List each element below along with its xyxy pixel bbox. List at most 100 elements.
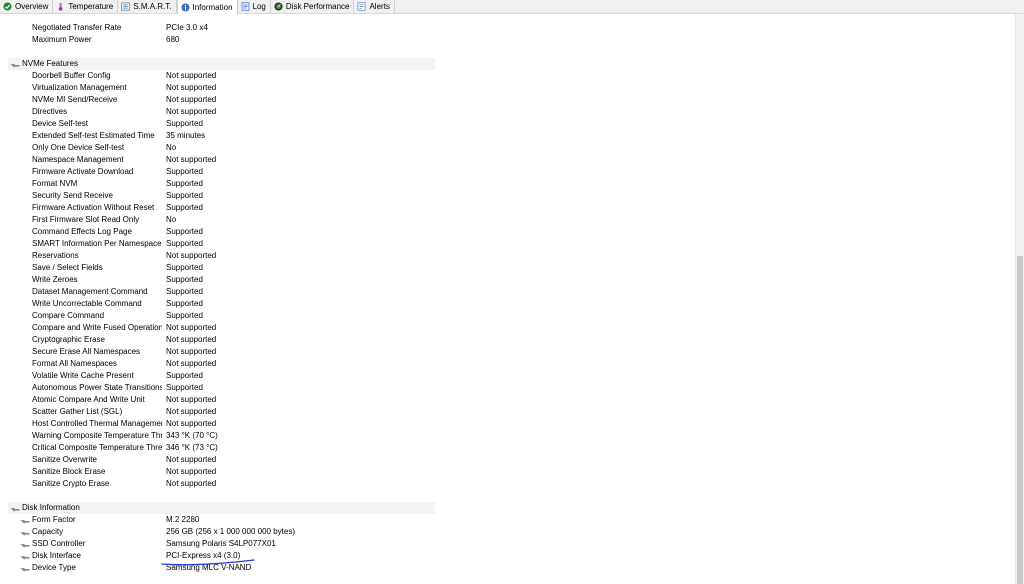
property-name: Security Send Receive: [32, 191, 113, 200]
tab-alerts[interactable]: Alerts: [354, 0, 395, 13]
information-panel: Negotiated Transfer Rate PCIe 3.0 x4 Maxim…: [0, 14, 1015, 584]
property-row[interactable]: First Firmware Slot Read Only No: [0, 214, 435, 226]
property-value: Not supported: [166, 335, 217, 344]
property-name: Sanitize Crypto Erase: [32, 479, 110, 488]
property-row[interactable]: Negotiated Transfer Rate PCIe 3.0 x4: [0, 22, 435, 34]
info-icon: [180, 2, 190, 12]
section-nvme-features[interactable]: NVMe Features: [8, 58, 435, 70]
property-row[interactable]: Virtualization Management Not supported: [0, 82, 435, 94]
vertical-scrollbar[interactable]: [1015, 14, 1024, 584]
tab-overview[interactable]: Overview: [0, 0, 54, 13]
property-row[interactable]: Format All Namespaces Not supported: [0, 358, 435, 370]
scrollbar-thumb[interactable]: [1017, 256, 1023, 584]
smart-list-icon: [121, 2, 130, 11]
check-circle-icon: [3, 2, 12, 11]
tab-information[interactable]: Information: [176, 0, 238, 14]
property-row[interactable]: Directives Not supported: [0, 106, 435, 118]
property-name: Command Effects Log Page: [32, 227, 132, 236]
pointer-arrow-icon: [20, 565, 30, 572]
pointer-arrow-icon: [20, 541, 30, 548]
property-value: 680: [166, 35, 180, 44]
property-name: Write Zeroes: [32, 275, 78, 284]
section-title: NVMe Features: [22, 59, 79, 68]
pointer-arrow-icon: [20, 553, 30, 560]
property-value: Not supported: [166, 323, 217, 332]
property-row[interactable]: Doorbell Buffer Config Not supported: [0, 70, 435, 82]
property-row[interactable]: Cryptographic Erase Not supported: [0, 334, 435, 346]
property-value: 256 GB (256 x 1 000 000 000 bytes): [166, 527, 295, 536]
property-value: Not supported: [166, 479, 217, 488]
property-value: Samsung Polaris S4LP077X01: [166, 539, 276, 548]
property-value: Not supported: [166, 155, 217, 164]
property-row[interactable]: Reservations Not supported: [0, 250, 435, 262]
property-value: Not supported: [166, 419, 217, 428]
property-name: Virtualization Management: [32, 83, 127, 92]
property-value: Not supported: [166, 347, 217, 356]
property-value: Not supported: [166, 83, 217, 92]
property-row[interactable]: SSD Controller Samsung Polaris S4LP077X01: [0, 538, 435, 550]
annotation-underline: [161, 559, 255, 566]
property-row[interactable]: Write Zeroes Supported: [0, 274, 435, 286]
property-row[interactable]: Volatile Write Cache Present Supported: [0, 370, 435, 382]
property-name: Secure Erase All Namespaces: [32, 347, 141, 356]
property-row[interactable]: Command Effects Log Page Supported: [0, 226, 435, 238]
section-disk-information[interactable]: Disk Information: [8, 502, 435, 514]
property-name: Host Controlled Thermal Management: [32, 419, 162, 428]
property-name: NVMe MI Send/Receive: [32, 95, 118, 104]
property-row[interactable]: Atomic Compare And Write Unit Not support…: [0, 394, 435, 406]
property-value: No: [166, 143, 177, 152]
property-row[interactable]: Format NVM Supported: [0, 178, 435, 190]
property-name: Firmware Activate Download: [32, 167, 134, 176]
property-row[interactable]: Compare Command Supported: [0, 310, 435, 322]
property-row[interactable]: Write Uncorrectable Command Supported: [0, 298, 435, 310]
tab-log[interactable]: Log: [238, 0, 271, 13]
property-row[interactable]: Device Self-test Supported: [0, 118, 435, 130]
property-value: 35 minutes: [166, 131, 206, 140]
property-row[interactable]: Namespace Management Not supported: [0, 154, 435, 166]
property-name: Autonomous Power State Transitions: [32, 383, 162, 392]
property-row[interactable]: NVMe MI Send/Receive Not supported: [0, 94, 435, 106]
property-name: Sanitize Block Erase: [32, 467, 106, 476]
property-row[interactable]: Autonomous Power State Transitions Suppor…: [0, 382, 435, 394]
tab-temperature[interactable]: Temperature: [53, 0, 119, 13]
property-value: Not supported: [166, 467, 217, 476]
property-row[interactable]: Firmware Activation Without Reset Support…: [0, 202, 435, 214]
pointer-arrow-icon: [20, 529, 30, 536]
property-row[interactable]: Maximum Power 680: [0, 34, 435, 46]
property-row[interactable]: Sanitize Block Erase Not supported: [0, 466, 435, 478]
property-row[interactable]: Warning Composite Temperature Thr... 343 …: [0, 430, 435, 442]
property-row[interactable]: Only One Device Self-test No: [0, 142, 435, 154]
property-name: Warning Composite Temperature Thr...: [32, 431, 162, 440]
property-name: Sanitize Overwrite: [32, 455, 97, 464]
log-icon: [241, 2, 250, 11]
property-name: Device Type: [32, 563, 76, 572]
tab-label: S.M.A.R.T.: [133, 2, 172, 11]
tab-s-m-a-r-t[interactable]: S.M.A.R.T.: [118, 0, 177, 13]
property-row[interactable]: Form Factor M.2 2280: [0, 514, 435, 526]
property-name: Write Uncorrectable Command: [32, 299, 142, 308]
property-row[interactable]: Scatter Gather List (SGL) Not supported: [0, 406, 435, 418]
property-row[interactable]: Secure Erase All Namespaces Not supported: [0, 346, 435, 358]
property-row[interactable]: Sanitize Crypto Erase Not supported: [0, 478, 435, 490]
tab-disk-performance[interactable]: Disk Performance: [271, 0, 355, 13]
property-row[interactable]: Save / Select Fields Supported: [0, 262, 435, 274]
property-value: 346 °K (73 °C): [166, 443, 218, 452]
property-value: Supported: [166, 203, 203, 212]
property-row[interactable]: SMART Information Per Namespace Supported: [0, 238, 435, 250]
property-row[interactable]: Host Controlled Thermal Management Not su…: [0, 418, 435, 430]
property-row[interactable]: Security Send Receive Supported: [0, 190, 435, 202]
property-row[interactable]: Critical Composite Temperature Thre... 34…: [0, 442, 435, 454]
property-value: Not supported: [166, 395, 217, 404]
property-row[interactable]: Capacity 256 GB (256 x 1 000 000 000 byte…: [0, 526, 435, 538]
property-name: Reservations: [32, 251, 79, 260]
property-row[interactable]: Compare and Write Fused Operation Not sup…: [0, 322, 435, 334]
property-name: Directives: [32, 107, 68, 116]
property-row[interactable]: Sanitize Overwrite Not supported: [0, 454, 435, 466]
alerts-icon: [357, 2, 366, 11]
tab-label: Information: [192, 2, 233, 12]
property-row[interactable]: Dataset Management Command Supported: [0, 286, 435, 298]
collapse-arrow-icon[interactable]: [10, 505, 20, 512]
property-row[interactable]: Extended Self-test Estimated Time 35 minu…: [0, 130, 435, 142]
property-row[interactable]: Firmware Activate Download Supported: [0, 166, 435, 178]
collapse-arrow-icon[interactable]: [10, 61, 20, 68]
